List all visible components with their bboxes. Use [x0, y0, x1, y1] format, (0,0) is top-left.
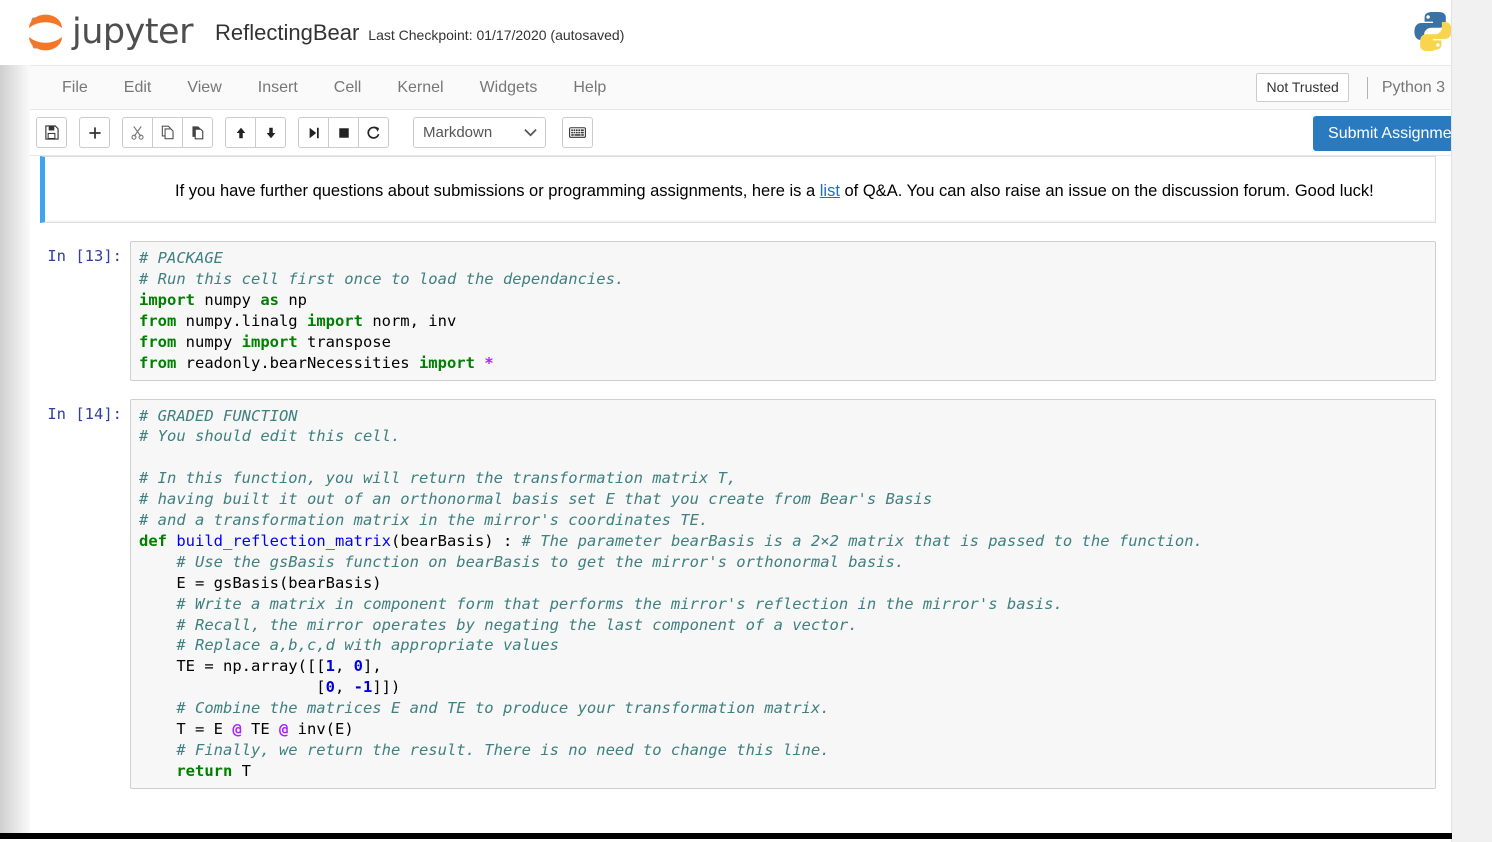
jupyter-brand[interactable]: jupyter: [24, 13, 193, 53]
notebook-title[interactable]: ReflectingBear: [215, 21, 359, 44]
open-command-palette-button[interactable]: [562, 117, 593, 148]
toolbar-group-move: [225, 117, 286, 148]
menu-item-cell[interactable]: Cell: [316, 66, 380, 109]
notebook-header: jupyter ReflectingBear Last Checkpoint: …: [0, 0, 1492, 66]
cell-type-value: Markdown: [423, 124, 493, 141]
window-bottom-edge: [0, 833, 1452, 839]
notebook-toolbar: Markdown Submit Assignment: [30, 110, 1492, 156]
save-button[interactable]: [36, 117, 67, 148]
paste-cells-button[interactable]: [182, 117, 213, 148]
menu-items: File Edit View Insert Cell Kernel Widget…: [30, 66, 624, 109]
code-cell[interactable]: In [13]: # PACKAGE # Run this cell first …: [40, 241, 1460, 381]
trust-status-button[interactable]: Not Trusted: [1256, 73, 1349, 102]
cell-type-select[interactable]: Markdown: [413, 117, 546, 148]
code-text: # GRADED FUNCTION # You should edit this…: [139, 406, 1203, 780]
menu-item-file[interactable]: File: [44, 66, 106, 109]
qa-list-link[interactable]: list: [820, 182, 840, 200]
code-cells-list: In [13]: # PACKAGE # Run this cell first …: [40, 241, 1460, 789]
notebook-scroll-area[interactable]: If you have further questions about subm…: [30, 156, 1492, 842]
move-cell-up-button[interactable]: [225, 117, 256, 148]
kernel-name-label: Python 3: [1381, 78, 1445, 96]
menu-item-insert[interactable]: Insert: [240, 66, 316, 109]
chevron-down-icon: [524, 124, 537, 141]
code-editor[interactable]: # PACKAGE # Run this cell first once to …: [130, 241, 1436, 381]
jupyter-wordmark: jupyter: [72, 12, 193, 52]
notebook-cells-container: If you have further questions about subm…: [40, 156, 1460, 789]
alert-text: If you have further questions about subm…: [175, 179, 1415, 204]
insert-cell-below-button[interactable]: [79, 117, 110, 148]
cell-execution-prompt: In [14]:: [47, 404, 122, 423]
code-cell[interactable]: In [14]: # GRADED FUNCTION # You should e…: [40, 398, 1460, 789]
toolbar-group-clipboard: [122, 117, 213, 148]
menu-item-widgets[interactable]: Widgets: [462, 66, 556, 109]
run-cell-button[interactable]: [298, 117, 329, 148]
menu-bar: File Edit View Insert Cell Kernel Widget…: [30, 66, 1492, 110]
interrupt-kernel-button[interactable]: [328, 117, 359, 148]
toolbar-group-insert: [79, 117, 110, 148]
code-editor[interactable]: # GRADED FUNCTION # You should edit this…: [130, 398, 1436, 789]
cell-execution-prompt: In [13]:: [47, 247, 122, 266]
menu-item-view[interactable]: View: [169, 66, 239, 109]
toolbar-group-keyboard: [562, 117, 593, 148]
menu-item-kernel[interactable]: Kernel: [379, 66, 461, 109]
move-cell-down-button[interactable]: [255, 117, 286, 148]
restart-kernel-button[interactable]: [358, 117, 389, 148]
left-gutter: [0, 65, 30, 839]
copy-cells-button[interactable]: [152, 117, 183, 148]
toolbar-button-groups: Markdown: [30, 117, 593, 148]
markdown-alert-cell[interactable]: If you have further questions about subm…: [40, 156, 1436, 224]
menubar-status-area: Not Trusted Python 3: [1256, 66, 1480, 109]
python-logo-icon: [1410, 8, 1456, 54]
alert-text-before: If you have further questions about subm…: [175, 182, 820, 200]
toolbar-group-save: [36, 117, 67, 148]
jupyter-notebook-page: jupyter ReflectingBear Last Checkpoint: …: [0, 0, 1492, 842]
divider: [1366, 76, 1368, 99]
alert-text-after: of Q&A. You can also raise an issue on t…: [839, 182, 1374, 200]
jupyter-logo-icon: [24, 13, 68, 53]
last-checkpoint-label: Last Checkpoint: 01/17/2020 (autosaved): [368, 26, 625, 43]
cut-cells-button[interactable]: [122, 117, 153, 148]
menu-item-help[interactable]: Help: [555, 66, 624, 109]
right-rail: [1451, 0, 1492, 839]
toolbar-group-run: [298, 117, 389, 148]
code-text: # PACKAGE # Run this cell first once to …: [139, 249, 625, 372]
menu-item-edit[interactable]: Edit: [106, 66, 170, 109]
